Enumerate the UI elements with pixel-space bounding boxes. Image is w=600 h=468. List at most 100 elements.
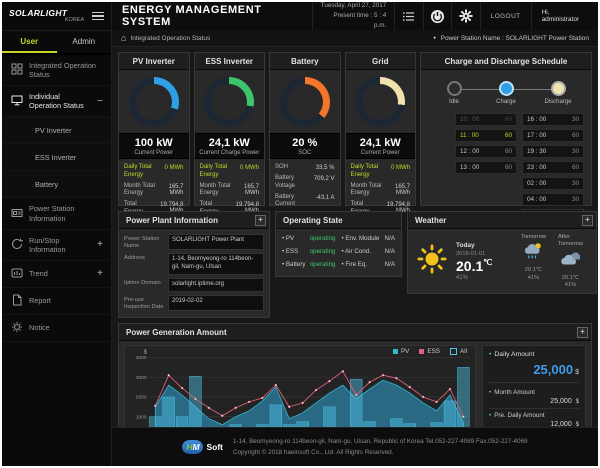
operating-state-title: Operating State (276, 212, 401, 229)
sidebar-subitem-battery[interactable]: Battery (2, 171, 111, 199)
legend-item-pv[interactable]: PV (392, 348, 409, 355)
sidebar-item-integrated-operation-status[interactable]: Integrated Operation Status (2, 55, 111, 87)
station-name: • Power Station Name : SOLARLIGHT Power … (433, 34, 589, 42)
current-date: Tuesday, April 27, 2017 (320, 2, 387, 9)
svg-text:2000: 2000 (136, 395, 147, 401)
chart-canvas[interactable]: 01000200030004000$00h02h04h06h08h10h12h1… (125, 346, 475, 428)
battery-panel-title: Battery (270, 53, 340, 70)
svg-text:1000: 1000 (136, 414, 147, 420)
main-content: PV Inverter 100 kW Current Power Daily T… (112, 47, 598, 428)
detail-row: Battery Voltage 709,2 V (275, 175, 335, 189)
battery-gauge (279, 77, 330, 127)
generation-chart: PVESSAll 01000200030004000$00h02h04h06h0… (124, 344, 476, 428)
power-icon[interactable] (422, 2, 451, 30)
user-greeting: Hi, administrator (530, 2, 598, 30)
sidebar-tabs: User Admin (2, 31, 111, 55)
state-discharge[interactable]: Discharge (537, 81, 579, 105)
expand-plus-button[interactable]: + (577, 326, 588, 338)
expand-toggle[interactable]: + (97, 239, 105, 250)
gear-icon[interactable] (451, 2, 479, 30)
sidebar-item-label: Battery (35, 179, 59, 189)
detail-row: Battery Current -43,1 A (275, 193, 335, 208)
page-title: ENERGY MANAGEMENT SYSTEM (122, 4, 262, 28)
sidebar-item-run-stop-information[interactable]: Run/Stop Information + (2, 230, 111, 261)
sidebar-subitem-pv-inverter[interactable]: PV Inverter (2, 117, 111, 145)
sidebar-subitem-ess-inverter[interactable]: ESS Inverter (2, 144, 111, 172)
footer: HM Soft 1-14, Beomyeong-ro 114beon-gil, … (112, 427, 598, 466)
weather-forecast: Tomorrow 20.1℃ 41% After Tomorrow 20.1℃ 41% (521, 234, 587, 289)
list-icon[interactable] (394, 2, 422, 30)
schedule-slot[interactable]: 19 : 30 30 (522, 145, 584, 158)
schedule-states: Idle Charge Discharge (421, 70, 591, 107)
schedule-slot[interactable]: 16 : 00 30 (522, 113, 584, 126)
sidebar-item-label: ESS Inverter (35, 152, 77, 162)
grid-icon (11, 63, 23, 77)
operating-state-panel: Operating State PVoperating ESSoperating B… (275, 211, 402, 277)
plant-info-value: 1-14, Beomyeong-ro 114beon-gil, Nam-gu, … (168, 253, 264, 275)
schedule-slot[interactable]: 11 : 00 60 (455, 129, 517, 142)
logout-button[interactable]: LOGOUT (479, 2, 531, 30)
battery-value-box: 20 % SOC (270, 133, 340, 159)
expand-toggle[interactable]: − (97, 96, 105, 107)
detail-row: Daily Total Energy 0 MWh (199, 164, 260, 178)
expand-plus-button[interactable]: + (581, 215, 593, 226)
amount-row: • Pre. Daily Amount 12,000 $ (489, 409, 579, 428)
state-charge[interactable]: Charge (485, 81, 527, 105)
generation-title: Power Generation Amount + (119, 323, 591, 341)
sidebar-item-label: Integrated Operation Status (29, 61, 96, 80)
app-logo: SOLARLIGHT KOREA (9, 8, 92, 24)
grid-value-box: 24,1 kW Current Power (345, 133, 415, 159)
plant-info-value: SOLARLIGHT Power Plant (168, 234, 264, 251)
schedule-slot[interactable]: 10 : 00 60 (455, 113, 517, 126)
hmsoft-logo: HM Soft (182, 440, 223, 454)
sidebar-item-report[interactable]: Report (2, 288, 111, 315)
plant-info-row: Power Station Name SOLARLIGHT Power Plant (124, 234, 264, 251)
operating-state-row: Fire Eq.N/A (342, 261, 395, 268)
sidebar-item-power-station-information[interactable]: Power Station Information (2, 198, 111, 230)
weather-title: Weather + (408, 212, 596, 229)
menu-toggle-icon[interactable] (92, 10, 104, 23)
tab-admin[interactable]: Admin (57, 31, 112, 53)
detail-row: Month Total Energy 165,7 MWh (124, 182, 184, 197)
sidebar-item-notice[interactable]: Notice (2, 315, 111, 342)
plant-info-row: Address 1-14, Beomyeong-ro 114beon-gil, N… (124, 253, 264, 275)
legend-item-ess[interactable]: ESS (419, 348, 440, 355)
breadcrumb-bar: ⌂ Integrated Operation Status • Power St… (112, 30, 598, 47)
sidebar-item-label: Individual Operation Status (29, 92, 84, 111)
svg-text:$: $ (144, 350, 147, 356)
schedule-slot[interactable]: 12 : 00 60 (455, 145, 517, 158)
plant-info-value: 2019-02-02 (168, 294, 264, 311)
charge-dot-icon (498, 81, 514, 96)
svg-text:4000: 4000 (136, 355, 147, 361)
legend-item-all[interactable]: All (450, 347, 467, 355)
schedule-slot[interactable]: 13 : 00 60 (455, 161, 517, 174)
sidebar-item-label: Report (29, 296, 51, 306)
schedule-slot[interactable]: 23 : 00 60 (522, 161, 584, 174)
schedule-slot[interactable]: 02 : 00 30 (522, 177, 584, 190)
schedule-slot[interactable]: 17 : 00 60 (522, 129, 584, 142)
expand-plus-button[interactable]: + (255, 215, 266, 226)
state-idle[interactable]: Idle (433, 81, 475, 105)
detail-row: Month Total Energy 165,7 MWh (350, 182, 411, 197)
discharge-slot-list: 16 : 00 30 17 : 00 60 19 : 30 30 23 : 00 60 02 :… (522, 113, 584, 222)
operating-state-row: Batteryoperating (282, 261, 336, 268)
sidebar-item-label: PV Inverter (35, 125, 72, 135)
pv-current-power: 100 kW (134, 137, 173, 149)
sidebar-item-trend[interactable]: Trend + (2, 261, 111, 288)
pv-inverter-panel: PV Inverter 100 kW Current Power Daily T… (118, 52, 190, 215)
logo-subtext: KOREA (64, 17, 84, 23)
sidebar-item-individual-operation-status[interactable]: Individual Operation Status − (2, 86, 111, 118)
daily-amount: • Daily Amount 25,000 $ (489, 351, 579, 383)
schedule-slot[interactable]: 04 : 00 30 (522, 193, 584, 206)
tab-user[interactable]: User (2, 31, 57, 53)
detail-row: Daily Total Energy 0 MWh (350, 164, 411, 178)
expand-toggle[interactable]: + (97, 268, 105, 279)
operating-state-row: PVoperating (282, 235, 336, 242)
pv-panel-title: PV Inverter (119, 53, 189, 70)
grid-gauge (355, 77, 406, 127)
sidebar-item-label: Notice (29, 323, 50, 333)
ess-inverter-panel: ESS Inverter 24,1 kW Current Charge Powe… (193, 52, 265, 215)
sun-icon (417, 244, 447, 279)
breadcrumb: Integrated Operation Status (130, 34, 211, 42)
power-generation-panel: Power Generation Amount + PVESSAll 01000… (118, 322, 592, 428)
